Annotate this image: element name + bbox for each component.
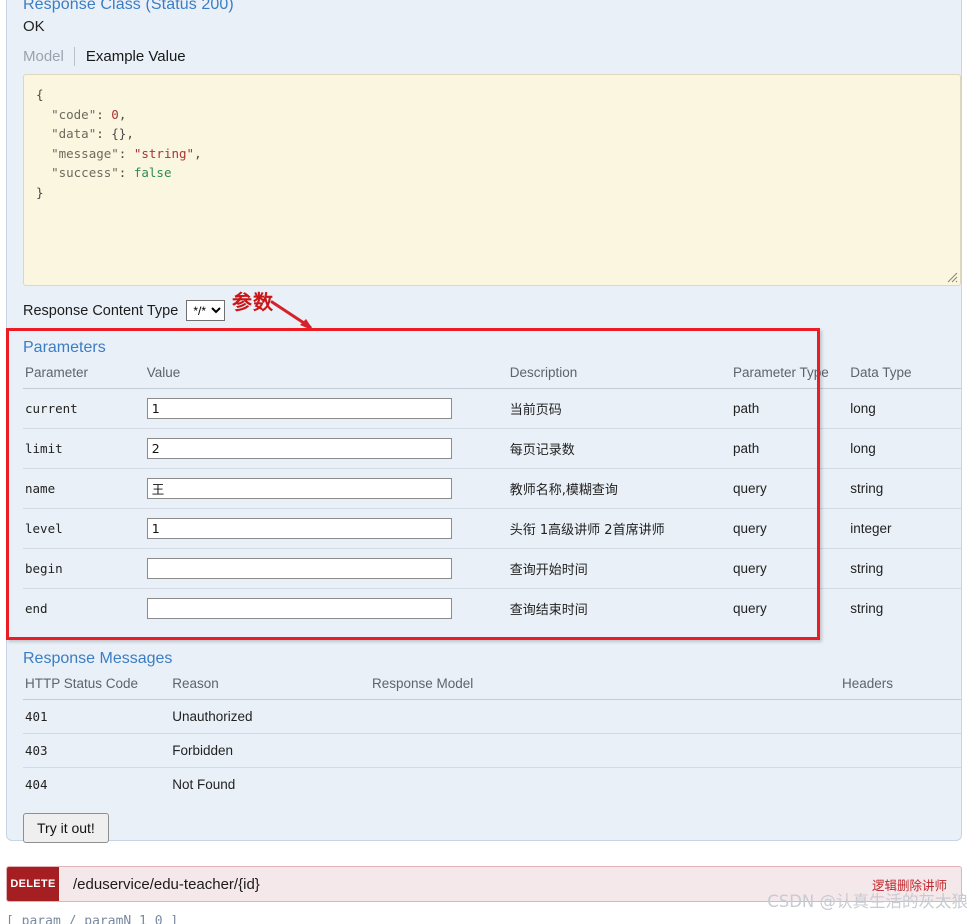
header-description: Description <box>507 363 731 389</box>
response-status-code: 401 <box>23 699 171 734</box>
response-message-row: 403 Forbidden <box>23 733 961 768</box>
header-parameter: Parameter <box>23 363 145 389</box>
parameter-row: end 查询结束时间 query string <box>23 589 961 629</box>
parameter-input-name[interactable] <box>146 478 452 499</box>
parameter-data-type: long <box>848 388 961 429</box>
parameter-data-type: string <box>848 468 961 509</box>
parameters-table-header-row: Parameter Value Description Parameter Ty… <box>23 363 961 389</box>
try-it-out-wrap: Try it out! <box>23 813 949 843</box>
response-reason: Unauthorized <box>170 699 370 734</box>
response-model <box>370 768 840 802</box>
header-value: Value <box>144 363 508 389</box>
parameter-type: path <box>730 388 849 429</box>
parameter-input-level[interactable] <box>146 518 452 539</box>
delete-operation-bar[interactable]: DELETE /eduservice/edu-teacher/{id} 逻辑删除… <box>6 866 962 902</box>
parameter-type: query <box>730 508 849 549</box>
parameter-value-cell <box>144 468 508 509</box>
model-example-tabs: Model Example Value <box>23 47 949 66</box>
header-http-status-code: HTTP Status Code <box>23 674 171 700</box>
parameter-description: 头衔 1高级讲师 2首席讲师 <box>507 508 731 549</box>
response-model <box>369 733 840 768</box>
parameter-value-cell <box>144 428 508 469</box>
parameter-row: begin 查询开始时间 query string <box>23 548 961 589</box>
parameter-row: current 当前页码pathlong <box>23 388 961 429</box>
operation-content-panel: Response Class (Status 200) OK Model Exa… <box>6 0 962 843</box>
parameter-row: level 头衔 1高级讲师 2首席讲师queryinteger <box>23 508 961 549</box>
parameter-name: end <box>25 601 48 616</box>
response-status-text: OK <box>23 18 45 35</box>
parameter-type: query <box>732 601 767 616</box>
response-reason: Forbidden <box>170 733 370 768</box>
response-reason: Not Found <box>172 777 236 792</box>
parameter-value-cell <box>144 548 508 589</box>
parameter-row: limit 每页记录数pathlong <box>23 428 961 469</box>
parameter-input-end[interactable] <box>146 598 452 619</box>
parameter-description: 查询结束时间 <box>509 603 588 618</box>
resize-grip-icon[interactable] <box>944 269 958 283</box>
response-messages-table: HTTP Status Code Reason Response Model H… <box>23 674 961 801</box>
response-headers <box>839 699 961 734</box>
parameter-data-type: long <box>848 428 961 469</box>
parameter-row: name 教师名称,模糊查询querystring <box>23 468 961 509</box>
parameter-value-cell <box>145 589 508 629</box>
delete-operation-path[interactable]: /eduservice/edu-teacher/{id} <box>73 876 872 893</box>
response-content-type-row: Response Content Type */* <box>23 300 949 321</box>
delete-operation-summary: 逻辑删除讲师 <box>871 877 947 893</box>
response-status-code: 403 <box>23 733 171 768</box>
parameter-name: current <box>23 388 145 429</box>
example-value-json: { "code": 0, "data": {}, "message": "str… <box>36 87 202 200</box>
response-message-row: 404 Not Found <box>23 768 961 802</box>
response-message-row: 401 Unauthorized <box>23 699 961 734</box>
response-messages-header-row: HTTP Status Code Reason Response Model H… <box>23 674 961 700</box>
parameter-description: 每页记录数 <box>507 428 731 469</box>
try-it-out-button[interactable]: Try it out! <box>23 813 109 843</box>
parameter-name: level <box>23 508 145 549</box>
parameter-name: limit <box>23 428 145 469</box>
parameter-input-current[interactable] <box>146 398 452 419</box>
parameters-title: Parameters <box>23 339 106 356</box>
response-headers <box>839 733 961 768</box>
response-headers <box>840 768 961 802</box>
response-messages-body: 401 Unauthorized 403 Forbidden 404 Not Found <box>23 699 961 802</box>
delete-method-badge: DELETE <box>7 867 59 901</box>
response-messages-title: Response Messages <box>23 650 173 667</box>
parameter-type: query <box>730 548 849 589</box>
tab-model[interactable]: Model <box>23 48 74 65</box>
parameter-data-type: string <box>850 601 884 616</box>
response-status-code: 404 <box>25 777 48 792</box>
parameters-section: Parameters Parameter Value Description P… <box>19 339 961 628</box>
response-content-type-label: Response Content Type <box>23 302 179 319</box>
parameter-value-cell <box>144 508 508 549</box>
parameter-description: 当前页码 <box>507 388 731 429</box>
parameter-description: 查询开始时间 <box>507 548 731 589</box>
parameters-table-body: current当前页码pathlonglimit每页记录数pathlongnam… <box>23 388 961 629</box>
parameter-name: begin <box>23 548 145 589</box>
parameter-input-begin[interactable] <box>146 558 452 579</box>
parameter-type: path <box>730 428 849 469</box>
parameters-table: Parameter Value Description Parameter Ty… <box>23 363 961 628</box>
parameter-data-type: string <box>848 548 961 589</box>
response-model <box>369 699 840 734</box>
response-content-type-select[interactable]: */* <box>186 300 226 321</box>
parameter-description: 教师名称,模糊查询 <box>507 468 731 509</box>
header-response-model: Response Model <box>369 674 840 700</box>
example-value-code-box[interactable]: { "code": 0, "data": {}, "message": "str… <box>23 74 961 286</box>
parameter-data-type: integer <box>848 508 961 549</box>
header-headers: Headers <box>839 674 961 700</box>
swagger-ui-page: Response Class (Status 200) OK Model Exa… <box>0 0 976 924</box>
parameter-type: query <box>730 468 849 509</box>
parameter-input-limit[interactable] <box>146 438 452 459</box>
header-data-type: Data Type <box>848 363 961 389</box>
response-messages-section: Response Messages HTTP Status Code Reaso… <box>19 650 961 801</box>
bottom-cut-text: [ param / paramN 1 0 ] <box>6 915 179 924</box>
tab-example-value[interactable]: Example Value <box>75 48 186 65</box>
header-reason: Reason <box>170 674 370 700</box>
header-parameter-type: Parameter Type <box>730 363 849 389</box>
response-class-title: Response Class (Status 200) <box>23 0 234 13</box>
parameter-name: name <box>23 468 145 509</box>
parameter-value-cell <box>144 388 508 429</box>
